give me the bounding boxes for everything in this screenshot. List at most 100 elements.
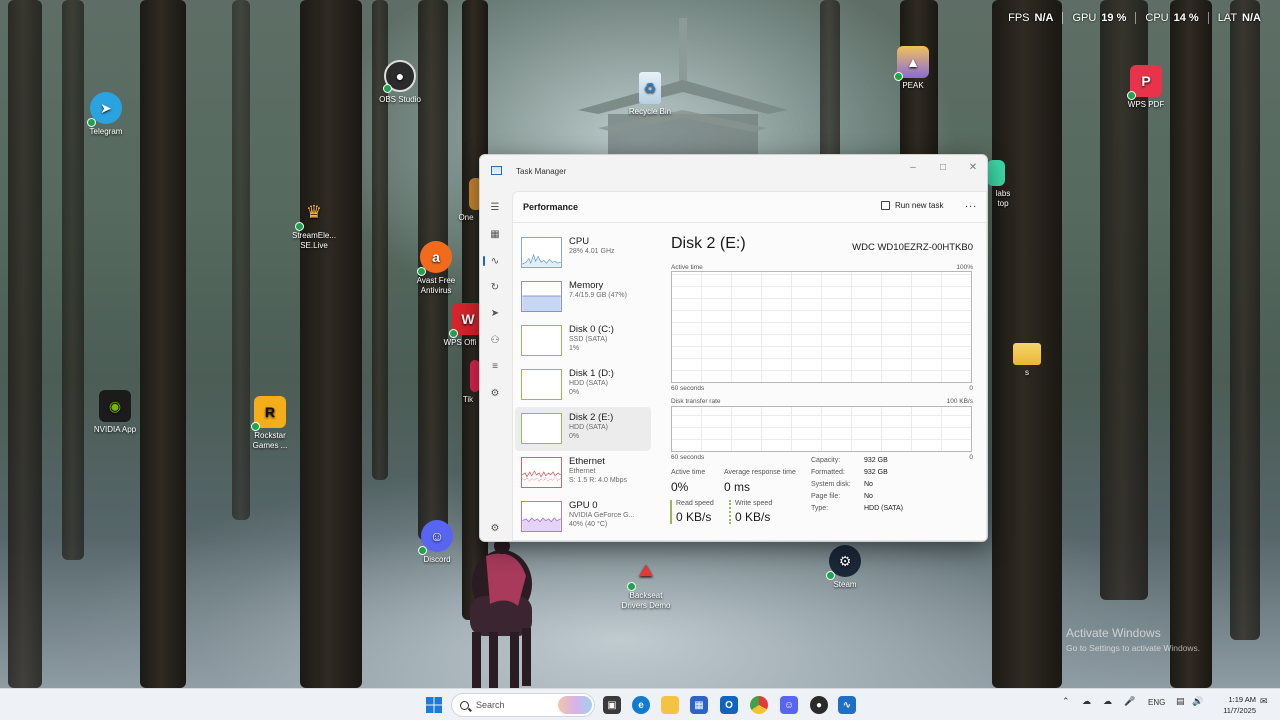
maximize-button[interactable]: □ [928,158,958,176]
task-manager-window[interactable]: Task Manager – □ ✕ ☰ ▦ ∿ ↻ ➤ ⚇ ≡ ⚙ ⚙ Per… [479,154,988,542]
desktop-icon-recycle-bin[interactable]: ♻ Recycle Bin [613,72,687,117]
resource-usage: S: 1.5 R: 4.0 Mbps [569,477,627,484]
users-icon[interactable]: ⚇ [486,331,504,349]
desktop-icon-partial-tik[interactable]: Tik [456,360,480,405]
desktop-icon-steam[interactable]: ⚙ Steam [808,545,882,590]
settings-gear-icon[interactable]: ⚙ [486,519,504,537]
services-icon[interactable]: ⚙ [486,384,504,402]
app-history-icon[interactable]: ↻ [486,278,504,296]
write-speed-block: Write speed 0 KB/s [729,500,772,524]
resource-item-cpu[interactable]: CPU 28% 4.01 GHz [515,231,651,275]
desktop-icon-avast[interactable]: a Avast Free Antivirus [399,241,473,296]
desktop-icon-peak[interactable]: ▲ PEAK [876,46,950,91]
desktop-icon-label: Discord [423,555,451,564]
activate-windows-hint: Go to Settings to activate Windows. [1066,643,1201,653]
desktop-icon-rockstar[interactable]: R Rockstar Games ... [233,396,307,451]
resource-usage: 1% [569,345,580,352]
disk-model: WDC WD10EZRZ-00HTKB0 [852,242,973,253]
property-row: Type: HDD (SATA) [811,505,904,512]
disk-2-thumbnail-graph [521,413,562,444]
task-manager-icon [491,166,502,175]
nvidia-icon: ◉ [99,390,131,422]
search-placeholder: Search [476,700,505,710]
resource-item-disk-2[interactable]: Disk 2 (E:) HDD (SATA) 0% [515,407,651,451]
resource-item-disk-1[interactable]: Disk 1 (D:) HDD (SATA) 0% [515,363,651,407]
more-options-button[interactable]: ... [965,198,977,210]
avast-icon: a [417,241,452,276]
desktop-icon-folder-s[interactable]: s [990,343,1064,378]
overlay-gpu: GPU 19 % [1062,12,1135,24]
stat-active-time-label: Active time [671,469,706,476]
processes-icon[interactable]: ▦ [486,225,504,243]
tray-app-icon[interactable]: ☁ [1082,696,1091,707]
volume-icon[interactable]: 🔊 [1192,696,1203,707]
telegram-icon: ➤ [87,92,122,127]
disk-detail-panel: Disk 2 (E:) WDC WD10EZRZ-00HTKB0 Active … [669,231,975,531]
resource-detail: Ethernet [569,468,596,475]
start-button[interactable] [425,696,443,714]
desktop-icon-partial-labs[interactable]: labs top [983,160,1023,209]
desktop-icon-streamelements[interactable]: ♛ StreamEle... SE.Live [277,196,351,251]
desktop-icon-wps-office[interactable]: W WPS Offi [438,303,482,348]
resource-name: GPU 0 [569,500,598,511]
desktop-icon-label: SE.Live [300,241,328,250]
resource-usage: 0% [569,433,580,440]
folder-icon [1013,343,1041,365]
property-row: Capacity: 932 GB [811,457,888,464]
page-header: Performance Run new task ... [513,192,986,223]
obs-taskbar-icon[interactable]: ● [810,696,828,714]
desktop-icon-discord[interactable]: ☺ Discord [400,520,474,565]
cpu-thumbnail-graph [521,237,562,268]
microphone-icon[interactable]: 🎤 [1124,696,1135,707]
resource-name: Disk 0 (C:) [569,324,614,335]
startup-apps-icon[interactable]: ➤ [486,304,504,322]
microsoft-store-icon[interactable]: ▦ [690,696,708,714]
gpu-thumbnail-graph [521,501,562,532]
edge-browser-icon[interactable]: e [632,696,650,714]
recycle-bin-icon: ♻ [639,72,661,104]
task-manager-taskbar-icon[interactable]: ∿ [838,696,856,714]
transfer-rate-graph [671,406,972,452]
file-explorer-icon[interactable] [661,696,679,714]
language-indicator[interactable]: ENG [1148,698,1165,707]
outlook-icon[interactable]: O [720,696,738,714]
clock-time: 1:19 AM [1228,695,1256,704]
desktop-icon-telegram[interactable]: ➤ Telegram [69,92,143,137]
resource-item-ethernet[interactable]: Ethernet Ethernet S: 1.5 R: 4.0 Mbps [515,451,651,495]
desktop-icon-obs[interactable]: ● OBS Studio [363,60,437,105]
desktop-icon-partial-one[interactable]: One [451,178,481,223]
desktop-icon-nvidia[interactable]: ◉ NVIDIA App [78,390,152,435]
run-new-task-button[interactable]: Run new task [881,201,943,210]
crown-icon: ♛ [295,196,330,231]
read-speed-block: Read speed 0 KB/s [670,500,714,524]
chrome-icon[interactable] [750,696,768,714]
resource-item-gpu-0[interactable]: GPU 0 NVIDIA GeForce G... 40% (40 °C) [515,495,651,539]
desktop-icon-label: Recycle Bin [628,107,672,116]
details-icon[interactable]: ≡ [486,357,504,375]
desktop-icon-label: Avast Free [416,276,456,285]
activate-windows-watermark: Activate Windows Go to Settings to activ… [1066,626,1200,653]
network-icon[interactable]: ▤ [1176,696,1185,707]
desktop-icon-label: labs [995,189,1011,198]
resource-item-memory[interactable]: Memory 7.4/15.9 GB (47%) [515,275,651,319]
task-view-icon[interactable]: ▣ [603,696,621,714]
rockstar-icon: R [251,396,286,431]
desktop-icon-wps-pdf[interactable]: P WPS PDF [1109,65,1183,110]
desktop-icon-backseat-drivers[interactable]: ⛰ Backseat Drivers Demo [609,556,683,611]
notification-icon[interactable]: ✉ [1260,696,1268,707]
hamburger-menu-icon[interactable]: ☰ [486,198,504,216]
discord-taskbar-icon[interactable]: ☺ [780,696,798,714]
performance-icon[interactable]: ∿ [483,252,504,270]
show-hidden-icons-chevron-icon[interactable]: ⌃ [1062,696,1070,707]
system-clock[interactable]: 1:19 AM 11/7/2025 [1206,694,1256,716]
title-bar[interactable]: Task Manager – □ ✕ [480,155,987,189]
resource-name: Memory [569,280,604,291]
resource-detail: SSD (SATA) [569,336,608,343]
activate-windows-title: Activate Windows [1066,626,1161,640]
minimize-button[interactable]: – [898,158,928,176]
onedrive-icon[interactable]: ☁ [1103,696,1112,707]
desktop-icon-label: top [997,199,1009,208]
taskbar-search-box[interactable]: Search [451,693,595,717]
close-button[interactable]: ✕ [958,158,987,176]
resource-item-disk-0[interactable]: Disk 0 (C:) SSD (SATA) 1% [515,319,651,363]
